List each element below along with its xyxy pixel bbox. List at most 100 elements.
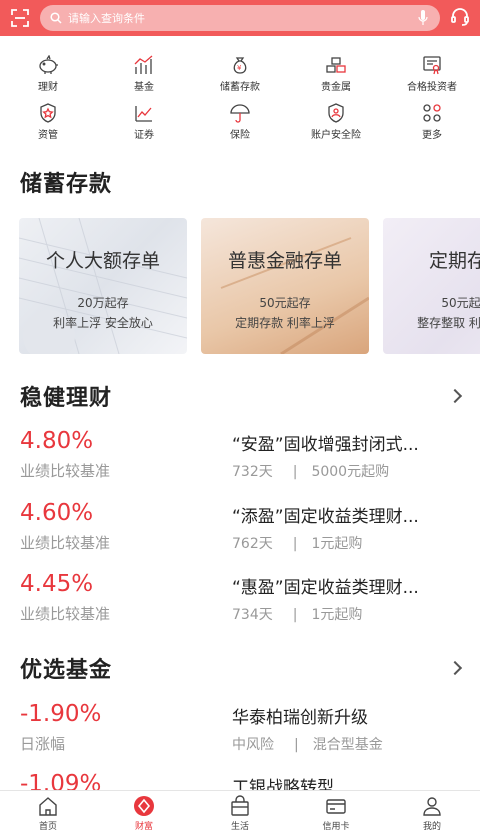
menu-label: 储蓄存款 [220,82,260,93]
product-min: 1元起购 [311,607,363,623]
wealth-product-row[interactable]: 4.80% 业绩比较基准 “安盈”固收增强封闭式... 732天 | 5000元起购 [0,428,480,498]
chevron-right-icon[interactable] [447,388,463,404]
card-subtitle: 20万起存 [77,296,129,310]
product-term: 734天 [232,607,273,623]
card-subtitle: 50元起存 [259,296,311,310]
chevron-right-icon[interactable] [447,660,463,676]
menu-label: 资管 [38,130,58,141]
home-icon [0,793,96,819]
product-meta: 734天 | 1元起购 [232,604,362,624]
product-name: “添盈”固定收益类理财... [232,507,419,527]
product-meta: 762天 | 1元起购 [232,533,362,553]
meta-separator: | [294,737,299,753]
customer-service-icon[interactable] [450,7,470,31]
certificate-icon [384,54,480,76]
fund-change: -1.90% [20,701,102,727]
umbrella-icon [192,102,288,124]
menu-label: 合格投资者 [407,82,457,93]
meta-separator: | [292,464,298,480]
credit-card-icon [288,793,384,819]
menu-item-zhanghu-anquan[interactable]: 账户安全险 [288,102,384,141]
fund-meta: 中风险 | 混合型基金 [232,734,383,754]
money-bag-icon: ¥ [192,54,288,76]
card-description: 定期存款 利率上浮 [235,316,335,330]
menu-item-chuxu[interactable]: ¥ 储蓄存款 [192,54,288,93]
section-title-funds: 优选基金 [20,658,113,683]
top-bar: 请输入查询条件 [0,0,480,36]
chart-bars-icon [96,54,192,76]
tab-label: 生活 [230,822,249,832]
shield-star-icon [0,102,96,124]
tab-wealth[interactable]: 财富 [96,793,192,832]
person-icon [384,793,480,819]
fund-risk: 中风险 [232,737,274,753]
wealth-product-row[interactable]: 4.60% 业绩比较基准 “添盈”固定收益类理财... 762天 | 1元起购 [0,500,480,570]
menu-label: 理财 [38,82,58,93]
section-title-savings: 储蓄存款 [20,172,113,197]
tab-label: 首页 [38,822,57,832]
menu-item-jijin[interactable]: 基金 [96,54,192,93]
grid-more-icon [384,102,480,124]
menu-item-zhengquan[interactable]: 证券 [96,102,192,141]
product-min: 5000元起购 [311,464,390,480]
meta-separator: | [292,607,298,623]
menu-label: 更多 [422,130,442,141]
menu-label: 贵金属 [321,82,351,93]
product-rate: 4.45% [20,571,94,597]
product-meta: 732天 | 5000元起购 [232,461,389,481]
product-term: 762天 [232,536,273,552]
menu-label: 证券 [134,130,154,141]
search-placeholder: 请输入查询条件 [68,12,145,25]
scan-icon[interactable] [0,0,40,36]
product-rate: 4.80% [20,428,94,454]
fund-name: 华泰柏瑞创新升级 [232,708,368,728]
card-background-decoration [220,237,369,354]
card-description: 利率上浮 安全放心 [53,316,153,330]
card-subtitle: 50元起存 [441,296,480,310]
card-title: 普惠金融存单 [227,250,342,272]
tab-life[interactable]: 生活 [192,793,288,832]
product-name: “惠盈”固定收益类理财... [232,578,419,598]
product-min: 1元起购 [311,536,363,552]
menu-item-baoxian[interactable]: 保险 [192,102,288,141]
microphone-icon[interactable] [418,10,428,30]
tab-mine[interactable]: 我的 [384,793,480,832]
product-name: “安盈”固收增强封闭式... [232,435,419,455]
menu-item-licai[interactable]: 理财 [0,54,96,93]
main-content[interactable]: 储蓄存款 个人大额存单 20万起存 利率上浮 安全放心 普惠金融存单 50元起存… [0,148,480,790]
product-term: 732天 [232,464,273,480]
tab-label: 信用卡 [322,822,350,832]
quick-menu: 理财 基金 ¥ 储蓄存款 贵金属 合格投资者 资管 证券 保险 账户安全险 更多 [0,36,480,148]
card-title: 个人大额存单 [45,250,160,272]
wealth-product-row[interactable]: 4.45% 业绩比较基准 “惠盈”固定收益类理财... 734天 | 1元起购 [0,571,480,641]
svg-text:¥: ¥ [237,64,242,72]
menu-item-hege[interactable]: 合格投资者 [384,54,480,93]
savings-card-large-deposit[interactable]: 个人大额存单 20万起存 利率上浮 安全放心 [19,218,187,354]
bottom-tab-bar: 首页 财富 生活 信用卡 我的 [0,790,480,833]
menu-item-guijinshu[interactable]: 贵金属 [288,54,384,93]
fund-row[interactable]: -1.90% 日涨幅 华泰柏瑞创新升级 中风险 | 混合型基金 [0,701,480,771]
savings-card-inclusive-deposit[interactable]: 普惠金融存单 50元起存 定期存款 利率上浮 [201,218,369,354]
menu-label: 基金 [134,82,154,93]
fund-change: -1.09% [20,771,102,790]
tab-credit-card[interactable]: 信用卡 [288,793,384,832]
trend-line-icon [96,102,192,124]
card-title: 定期存款 [428,250,480,272]
menu-item-ziguan[interactable]: 资管 [0,102,96,141]
fund-row[interactable]: -1.09% 工银战略转型 [0,771,480,790]
section-title-wealth: 稳健理财 [20,386,113,411]
search-input[interactable]: 请输入查询条件 [40,5,440,31]
fund-type: 混合型基金 [312,737,383,753]
tab-label: 财富 [134,822,153,832]
savings-card-fixed-deposit[interactable]: 定期存款 50元起存 整存整取 利率上浮 [383,218,480,354]
tab-home[interactable]: 首页 [0,793,96,832]
menu-label: 保险 [230,130,250,141]
search-icon [50,9,62,28]
product-rate-label: 业绩比较基准 [20,534,111,552]
wealth-icon [96,793,192,819]
menu-item-gengduo[interactable]: 更多 [384,102,480,141]
shopping-bag-icon [192,793,288,819]
menu-label: 账户安全险 [311,130,361,141]
card-background-decoration [19,218,187,354]
tab-label: 我的 [422,822,441,832]
